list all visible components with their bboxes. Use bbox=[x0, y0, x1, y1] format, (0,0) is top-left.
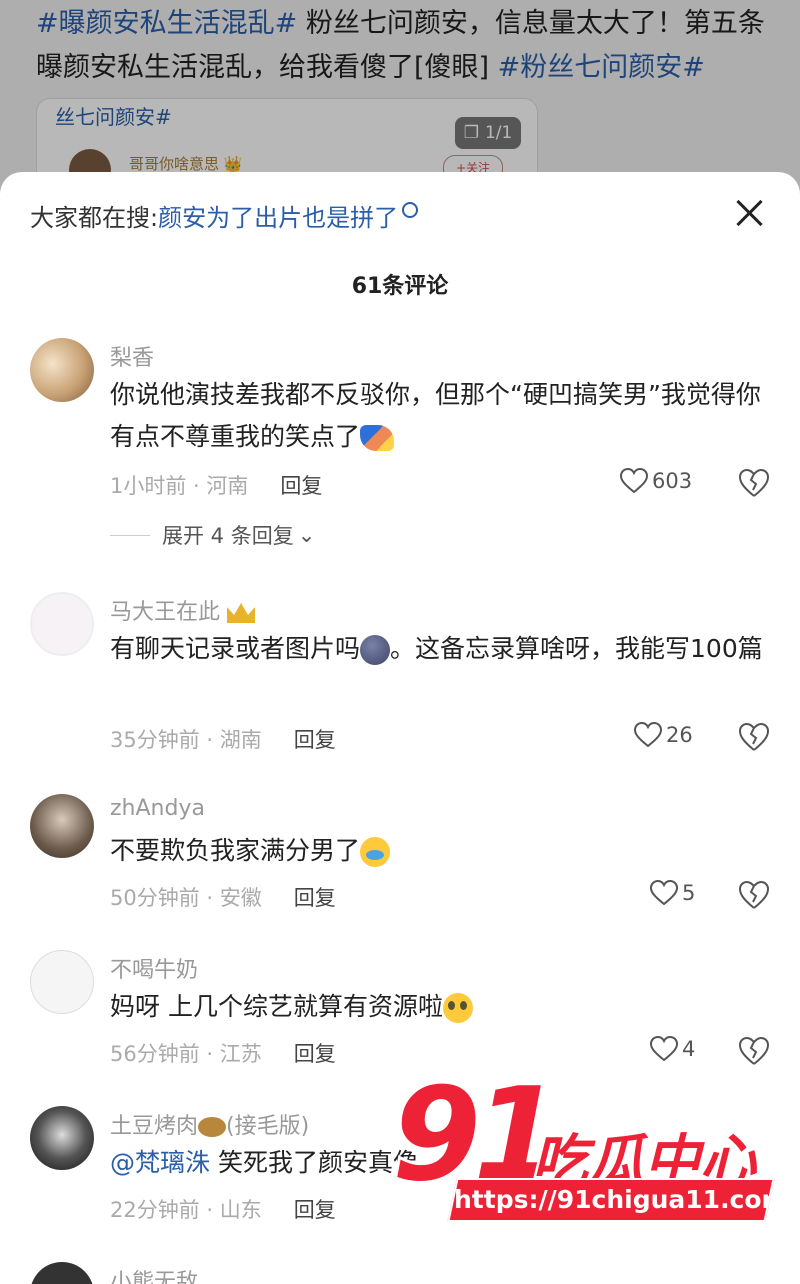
like-button[interactable]: 603 bbox=[620, 468, 692, 494]
comment-time-location: 1小时前 · 河南 bbox=[110, 474, 249, 498]
heart-icon bbox=[650, 1036, 678, 1062]
crying-emoji-icon bbox=[360, 837, 391, 867]
reply-button[interactable]: 回复 bbox=[280, 470, 322, 500]
divider bbox=[110, 534, 150, 536]
like-count: 26 bbox=[666, 723, 693, 747]
comment-text: 有聊天记录或者图片吗 。这备忘录算啥呀，我能写100篇 bbox=[110, 634, 763, 665]
card-username: 哥哥你啥意思 👑 bbox=[129, 155, 243, 173]
dislike-icon[interactable] bbox=[738, 468, 770, 498]
expand-replies[interactable]: 展开 4 条回复 ⌄ bbox=[110, 520, 315, 550]
avatar[interactable] bbox=[30, 794, 94, 858]
reply-button[interactable]: 回复 bbox=[294, 1194, 336, 1224]
comment-username[interactable]: 梨香 bbox=[110, 340, 154, 372]
search-prefix: 大家都在搜: bbox=[30, 204, 159, 232]
avatar[interactable] bbox=[30, 338, 94, 402]
like-button[interactable]: 4 bbox=[650, 1036, 695, 1062]
comment-username[interactable]: 土豆烤肉 (接毛版) bbox=[110, 1108, 309, 1140]
comment-time-location: 56分钟前 · 江苏 bbox=[110, 1042, 262, 1066]
avatar[interactable] bbox=[30, 1262, 94, 1284]
comment-username[interactable]: 小熊无敌 bbox=[110, 1264, 198, 1284]
comment-text: 你说他演技差我都不反驳你，但那个“硬凹搞笑男”我觉得你有点不尊重我的笑点了 bbox=[110, 380, 761, 451]
like-button[interactable]: 5 bbox=[650, 880, 695, 906]
close-icon[interactable] bbox=[734, 198, 764, 228]
post-hashtag[interactable]: #曝颜安私生活混乱# bbox=[36, 8, 297, 39]
image-counter: ❐ 1/1 bbox=[455, 117, 521, 149]
reply-button[interactable]: 回复 bbox=[294, 882, 336, 912]
reply-button[interactable]: 回复 bbox=[294, 1038, 336, 1068]
comment-username[interactable]: 不喝牛奶 bbox=[110, 952, 198, 984]
like-count: 603 bbox=[652, 469, 693, 493]
comment-text: @梵璃洙 笑死我了颜安真像 bbox=[110, 1148, 418, 1177]
dislike-icon[interactable] bbox=[738, 722, 770, 752]
emoji-icon bbox=[360, 635, 391, 665]
comment-meta: 35分钟前 · 湖南 回复 bbox=[110, 724, 336, 754]
pleading-emoji-icon bbox=[442, 993, 473, 1023]
heart-icon bbox=[620, 468, 648, 494]
potato-emoji-icon bbox=[198, 1117, 227, 1137]
search-icon bbox=[402, 201, 419, 218]
post-text: #曝颜安私生活混乱# 粉丝七问颜安，信息量太大了！第五条曝颜安私生活混乱，给我看… bbox=[36, 2, 766, 90]
mention-link[interactable]: @梵璃洙 bbox=[110, 1148, 210, 1177]
comment-username[interactable]: 马大王在此 bbox=[110, 594, 256, 626]
crown-icon bbox=[227, 603, 256, 623]
reply-button[interactable]: 回复 bbox=[294, 724, 336, 754]
comment-text: 不要欺负我家满分男了 bbox=[110, 830, 770, 872]
heart-icon bbox=[634, 722, 662, 748]
comment-text: 妈呀 上几个综艺就算有资源啦 bbox=[110, 986, 770, 1028]
card-hashtag: 丝七问颜安# bbox=[55, 105, 172, 129]
post-hashtag-2[interactable]: #粉丝七问颜安# bbox=[498, 52, 705, 83]
gallery-icon: ❐ bbox=[463, 123, 479, 143]
like-count: 5 bbox=[682, 881, 696, 905]
avatar[interactable] bbox=[30, 950, 94, 1014]
dislike-icon[interactable] bbox=[738, 1036, 770, 1066]
dive-emoji-icon bbox=[360, 425, 395, 451]
search-keyword[interactable]: 颜安为了出片也是拼了 bbox=[158, 198, 398, 233]
comment-time-location: 35分钟前 · 湖南 bbox=[110, 728, 262, 752]
avatar[interactable] bbox=[30, 592, 94, 656]
comment-time-location: 22分钟前 · 山东 bbox=[110, 1198, 262, 1222]
like-button[interactable]: 26 bbox=[634, 722, 693, 748]
comment-sheet: 大家都在搜: 颜安为了出片也是拼了 61条评论 梨香 你说他演技差我都不反驳你，… bbox=[0, 172, 800, 1284]
avatar[interactable] bbox=[30, 1106, 94, 1170]
comment-meta: 22分钟前 · 山东 回复 bbox=[110, 1194, 336, 1224]
comment-meta: 50分钟前 · 安徽 回复 bbox=[110, 882, 336, 912]
comment-count: 61条评论 bbox=[351, 274, 449, 299]
chevron-down-icon: ⌄ bbox=[297, 523, 316, 547]
dislike-icon[interactable] bbox=[738, 880, 770, 910]
comment-time-location: 50分钟前 · 安徽 bbox=[110, 886, 262, 910]
comment-username[interactable]: zhAndya bbox=[110, 796, 205, 821]
background-post: #曝颜安私生活混乱# 粉丝七问颜安，信息量太大了！第五条曝颜安私生活混乱，给我看… bbox=[0, 0, 800, 210]
comment-meta: 1小时前 · 河南 回复 bbox=[110, 470, 322, 500]
search-suggestion[interactable]: 大家都在搜: 颜安为了出片也是拼了 bbox=[30, 198, 419, 233]
like-count: 4 bbox=[682, 1037, 696, 1061]
heart-icon bbox=[650, 880, 678, 906]
comment-meta: 56分钟前 · 江苏 回复 bbox=[110, 1038, 336, 1068]
